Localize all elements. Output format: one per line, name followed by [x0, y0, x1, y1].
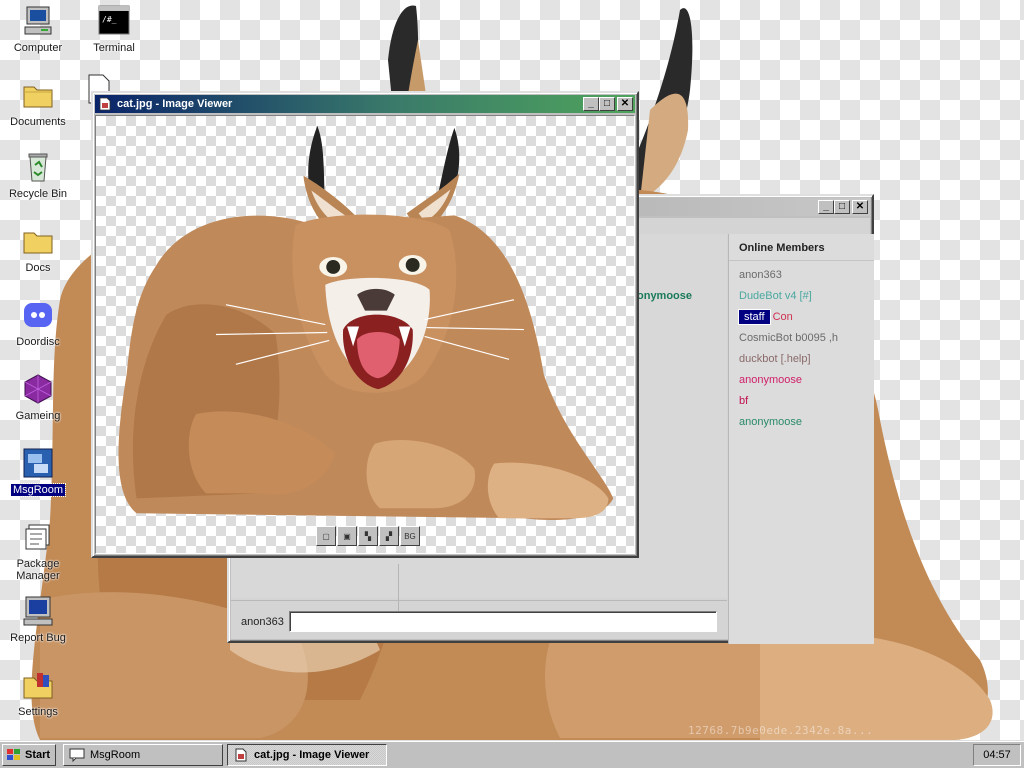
- member-name: bf: [739, 395, 749, 407]
- taskbar-item-label: cat.jpg - Image Viewer: [254, 749, 370, 761]
- desktop-icon-label: Gameing: [15, 410, 61, 422]
- zoom-fit-button[interactable]: ▢: [316, 526, 336, 546]
- start-label: Start: [25, 749, 51, 761]
- desktop-icon-label: Settings: [18, 706, 58, 718]
- close-button[interactable]: ✕: [852, 200, 868, 214]
- member-item[interactable]: CosmicBot b0095 ,h: [729, 328, 874, 349]
- member-name: anon363: [739, 269, 782, 281]
- desktop-icon-gameing[interactable]: Gameing: [2, 372, 74, 422]
- bg-label: BG: [404, 531, 416, 541]
- game-cube-icon: [21, 372, 55, 406]
- start-logo-icon: [7, 749, 20, 760]
- svg-text:/#_: /#_: [102, 15, 117, 24]
- desktop-icon-label: Report Bug: [10, 632, 66, 644]
- discord-icon: [21, 298, 55, 332]
- desktop-icon-label: MsgRoom: [9, 483, 67, 497]
- computer-icon: [21, 4, 55, 38]
- message-input-row: anon363: [231, 600, 727, 644]
- taskbar-item-label: MsgRoom: [90, 749, 141, 761]
- desktop-icon-documents[interactable]: Documents: [2, 78, 74, 128]
- member-item[interactable]: DudeBot v4 [#]: [729, 286, 874, 307]
- maximize-icon: □: [838, 201, 846, 212]
- recycle-bin-icon: [21, 150, 55, 184]
- minimize-icon: _: [588, 98, 594, 109]
- minimize-button[interactable]: _: [818, 200, 834, 214]
- close-icon: ✕: [855, 201, 865, 212]
- member-item[interactable]: anon363: [729, 265, 874, 286]
- image-file-icon: [99, 97, 111, 111]
- minimize-button[interactable]: _: [583, 97, 599, 111]
- package-icon: [21, 520, 55, 554]
- desktop-icon-docs[interactable]: Docs: [2, 224, 74, 274]
- image-viewer-window[interactable]: cat.jpg - Image Viewer _ □ ✕ ▢ ▣ ▚ ▞ BG: [91, 91, 639, 558]
- zoom-actual-button[interactable]: ▣: [337, 526, 357, 546]
- maximize-icon: □: [603, 98, 611, 109]
- checker-light-icon: ▞: [385, 531, 393, 541]
- minimize-icon: _: [823, 201, 829, 212]
- checker-dark-button[interactable]: ▚: [358, 526, 378, 546]
- input-username-label: anon363: [241, 616, 284, 628]
- checker-light-button[interactable]: ▞: [379, 526, 399, 546]
- terminal-icon: /#_: [97, 4, 131, 38]
- folder-icon: [21, 224, 55, 258]
- desktop-icon-terminal[interactable]: /#_ Terminal: [78, 4, 150, 54]
- folder-icon: [21, 78, 55, 112]
- maximize-button[interactable]: □: [834, 200, 850, 214]
- zoom-fit-icon: ▢: [322, 531, 330, 541]
- desktop-icon-computer[interactable]: Computer: [2, 4, 74, 54]
- message-author: onymoose: [637, 290, 693, 302]
- members-title: Online Members: [729, 234, 874, 261]
- member-name: DudeBot v4 [#]: [739, 290, 812, 302]
- maximize-button[interactable]: □: [599, 97, 615, 111]
- staff-badge: staff: [738, 309, 771, 325]
- background-toggle-button[interactable]: BG: [400, 526, 420, 546]
- window-title: cat.jpg - Image Viewer: [117, 98, 233, 110]
- close-button[interactable]: ✕: [617, 97, 633, 111]
- close-icon: ✕: [620, 98, 630, 109]
- image-file-icon: [235, 748, 247, 762]
- taskbar-item-image-viewer[interactable]: cat.jpg - Image Viewer: [227, 744, 387, 766]
- taskbar: Start MsgRoom cat.jpg - Image Viewer 04:…: [0, 740, 1024, 768]
- desktop-icon-label: Doordisc: [16, 336, 60, 348]
- msgroom-icon: [21, 446, 55, 480]
- member-name: anonymoose: [739, 416, 802, 428]
- desktop-icon-recycle-bin[interactable]: Recycle Bin: [2, 150, 74, 200]
- member-name: anonymoose: [739, 374, 802, 386]
- member-item[interactable]: anonymoose: [729, 412, 874, 433]
- taskbar-item-msgroom[interactable]: MsgRoom: [63, 744, 223, 766]
- start-button[interactable]: Start: [2, 744, 56, 766]
- viewer-toolbar: ▢ ▣ ▚ ▞ BG: [316, 526, 420, 546]
- member-list: anon363 DudeBot v4 [#] staff Con CosmicBo…: [729, 261, 874, 433]
- member-name: duckbot [.help]: [739, 353, 811, 365]
- online-members-panel: Online Members anon363 DudeBot v4 [#] st…: [728, 234, 874, 644]
- desktop-icon-label: Recycle Bin: [8, 188, 68, 200]
- system-clock: 04:57: [973, 744, 1021, 766]
- member-name: Con: [772, 311, 793, 323]
- bug-report-icon: [21, 594, 55, 628]
- desktop-icon-label: Computer: [13, 42, 63, 54]
- desktop-icon-msgroom[interactable]: MsgRoom: [2, 446, 74, 497]
- desktop-icon-package-manager[interactable]: Package Manager: [2, 520, 74, 582]
- desktop-icon-settings[interactable]: Settings: [2, 668, 74, 718]
- caracal-image: [118, 125, 614, 521]
- desktop-icon-report-bug[interactable]: Report Bug: [2, 594, 74, 644]
- desktop-icon-label: Terminal: [93, 42, 135, 54]
- message-input[interactable]: [289, 611, 717, 632]
- member-item[interactable]: anonymoose: [729, 370, 874, 391]
- zoom-actual-icon: ▣: [343, 531, 351, 541]
- member-item[interactable]: bf: [729, 391, 874, 412]
- desktop-icon-label: Documents: [10, 116, 66, 128]
- member-item[interactable]: duckbot [.help]: [729, 349, 874, 370]
- member-name: CosmicBot b0095 ,h: [739, 332, 839, 344]
- member-item[interactable]: staff Con: [729, 307, 874, 328]
- chat-icon: [69, 748, 85, 762]
- image-viewer-titlebar[interactable]: cat.jpg - Image Viewer _ □ ✕: [95, 95, 635, 113]
- checker-dark-icon: ▚: [364, 531, 372, 541]
- settings-icon: [21, 668, 55, 702]
- wallpaper-watermark-text: 12768.7b9e0ede.2342e.8a...: [688, 724, 874, 737]
- image-canvas[interactable]: ▢ ▣ ▚ ▞ BG: [95, 115, 635, 554]
- desktop-icon-label: Docs: [25, 262, 51, 274]
- desktop-icon-doordisc[interactable]: Doordisc: [2, 298, 74, 348]
- desktop-icon-label: Package Manager: [16, 558, 60, 582]
